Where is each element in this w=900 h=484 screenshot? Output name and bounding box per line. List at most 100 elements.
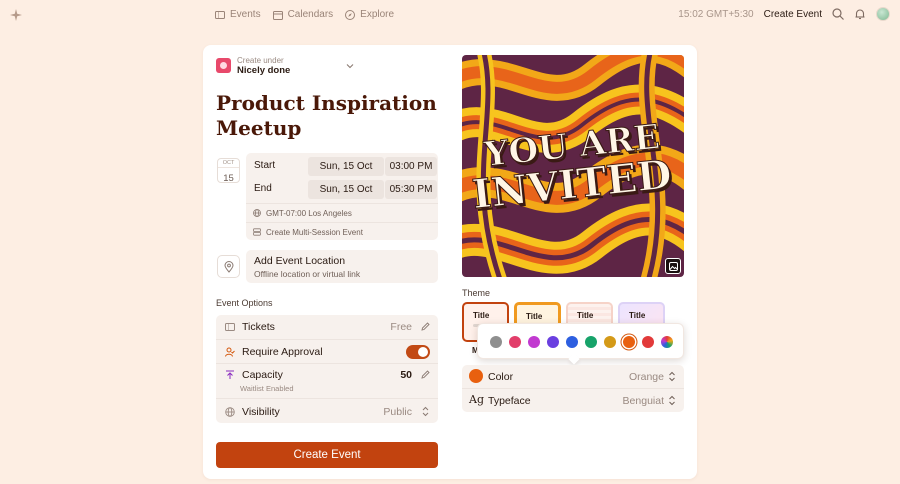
pencil-icon[interactable] [421,322,430,331]
start-time-field[interactable]: 03:00 PM [385,157,437,176]
require-approval-row: Require Approval [216,339,438,363]
end-label: End [254,183,272,194]
date-badge-day: 15 [223,173,234,184]
current-time: 15:02 GMT+5:30 [678,8,754,20]
start-row: Start Sun, 15 Oct 03:00 PM [246,155,438,177]
nav-explore-label: Explore [360,9,395,20]
visibility-value: Public [383,406,412,418]
calendar-icon [272,10,283,20]
theme-option-2-label: Title [526,312,543,321]
top-bar: Events Calendars Explore 15:02 GMT+5:30 … [0,0,900,30]
swatch-rainbow[interactable] [661,336,673,348]
capacity-value: 50 [400,369,412,381]
typeface-icon: Ag [469,393,484,406]
event-title[interactable]: Product Inspiration Meetup [216,91,446,141]
user-check-icon [225,347,235,357]
multi-session-label: Create Multi-Session Event [266,228,363,237]
swatch-green[interactable] [585,336,597,348]
color-row[interactable]: Color Orange [462,365,684,388]
layers-icon [253,228,261,236]
swatch-yellow[interactable] [604,336,616,348]
require-approval-label: Require Approval [242,346,323,358]
visibility-row[interactable]: Visibility Public [216,398,438,423]
calendar-name: Nicely done [237,65,291,76]
groovy-waves-illustration: YOU ARE YOU ARE INVITED INVITED [462,55,684,277]
nav-events-label: Events [230,9,261,20]
color-label: Color [488,371,514,383]
location-title: Add Event Location [254,255,346,267]
swatch-blue[interactable] [566,336,578,348]
color-value: Orange [628,371,664,383]
color-dot-icon [469,369,483,383]
chevron-up-down-icon [669,371,675,382]
change-image-button[interactable] [665,258,681,274]
timezone-label: GMT-07:00 Los Angeles [266,209,352,218]
capacity-waitlist-label: Waitlist Enabled [240,384,294,393]
visibility-label: Visibility [242,406,280,418]
start-date-field[interactable]: Sun, 15 Oct [308,157,384,176]
capacity-row[interactable]: Capacity Waitlist Enabled 50 [216,363,438,398]
image-icon [669,262,678,271]
ticket-icon [225,323,235,331]
nav-events[interactable]: Events [215,9,261,20]
create-under-label: Create under [237,56,284,65]
multi-session-row[interactable]: Create Multi-Session Event [246,222,438,241]
typeface-value: Benguiat [622,395,664,407]
calendar-badge-icon [216,58,231,73]
typeface-label: Typeface [488,395,531,407]
nav-explore[interactable]: Explore [345,9,394,20]
swatch-violet[interactable] [547,336,559,348]
top-create-event-link[interactable]: Create Event [764,9,822,20]
globe-icon [253,209,261,217]
require-approval-toggle[interactable] [406,345,430,359]
map-pin-icon [224,261,234,273]
theme-option-1-label: Title [473,311,490,320]
avatar[interactable] [876,7,890,21]
search-icon[interactable] [832,8,844,20]
theme-option-4-label: Title [629,311,646,320]
nav-calendars-label: Calendars [287,9,334,20]
end-date-field[interactable]: Sun, 15 Oct [308,180,384,199]
tickets-row[interactable]: Tickets Free [216,315,438,339]
swatch-gray[interactable] [490,336,502,348]
swatch-pink[interactable] [509,336,521,348]
pencil-icon[interactable] [421,370,430,379]
add-location-button[interactable]: Add Event Location Offline location or v… [246,250,438,283]
nav-calendars[interactable]: Calendars [272,9,334,20]
typeface-row[interactable]: Ag Typeface Benguiat [462,388,684,411]
compass-icon [345,9,356,20]
bell-icon[interactable] [854,8,866,20]
date-time-block: Start Sun, 15 Oct 03:00 PM End Sun, 15 O… [246,153,438,240]
chevron-up-down-icon [669,395,675,406]
swatch-red[interactable] [642,336,654,348]
swatch-purple[interactable] [528,336,540,348]
start-label: Start [254,160,276,171]
top-bar-right: 15:02 GMT+5:30 Create Event [678,7,890,21]
location-icon-box [217,255,240,278]
globe-icon [225,407,235,417]
theme-heading: Theme [462,288,491,298]
calendar-selector[interactable]: Create under Nicely done [216,55,438,79]
event-options-list: Tickets Free Require Approval Capacity W… [216,315,438,423]
chevron-up-down-icon [422,406,429,417]
tickets-value: Free [390,321,412,333]
timezone-row[interactable]: GMT-07:00 Los Angeles [246,203,438,222]
date-badge-month: OCT [218,159,239,168]
theme-properties: Color Orange Ag Typeface Benguiat [462,365,684,412]
create-event-button[interactable]: Create Event [216,442,438,468]
swatch-orange[interactable] [623,336,635,348]
end-time-field[interactable]: 05:30 PM [385,180,437,199]
main-nav: Events Calendars Explore [215,9,394,20]
event-cover-image: YOU ARE YOU ARE INVITED INVITED [462,55,684,277]
color-picker-popover [477,323,684,359]
end-row: End Sun, 15 Oct 05:30 PM [246,178,438,200]
tickets-label: Tickets [242,321,275,333]
location-subtitle: Offline location or virtual link [254,269,361,279]
chevron-down-icon [346,64,354,69]
sparkle-logo-icon[interactable] [10,9,22,21]
arrow-up-to-line-icon [226,370,234,379]
capacity-label: Capacity [242,369,283,381]
theme-option-3-label: Title [577,311,594,320]
create-event-card: Create under Nicely done Product Inspira… [203,45,697,479]
ticket-icon [215,10,225,19]
